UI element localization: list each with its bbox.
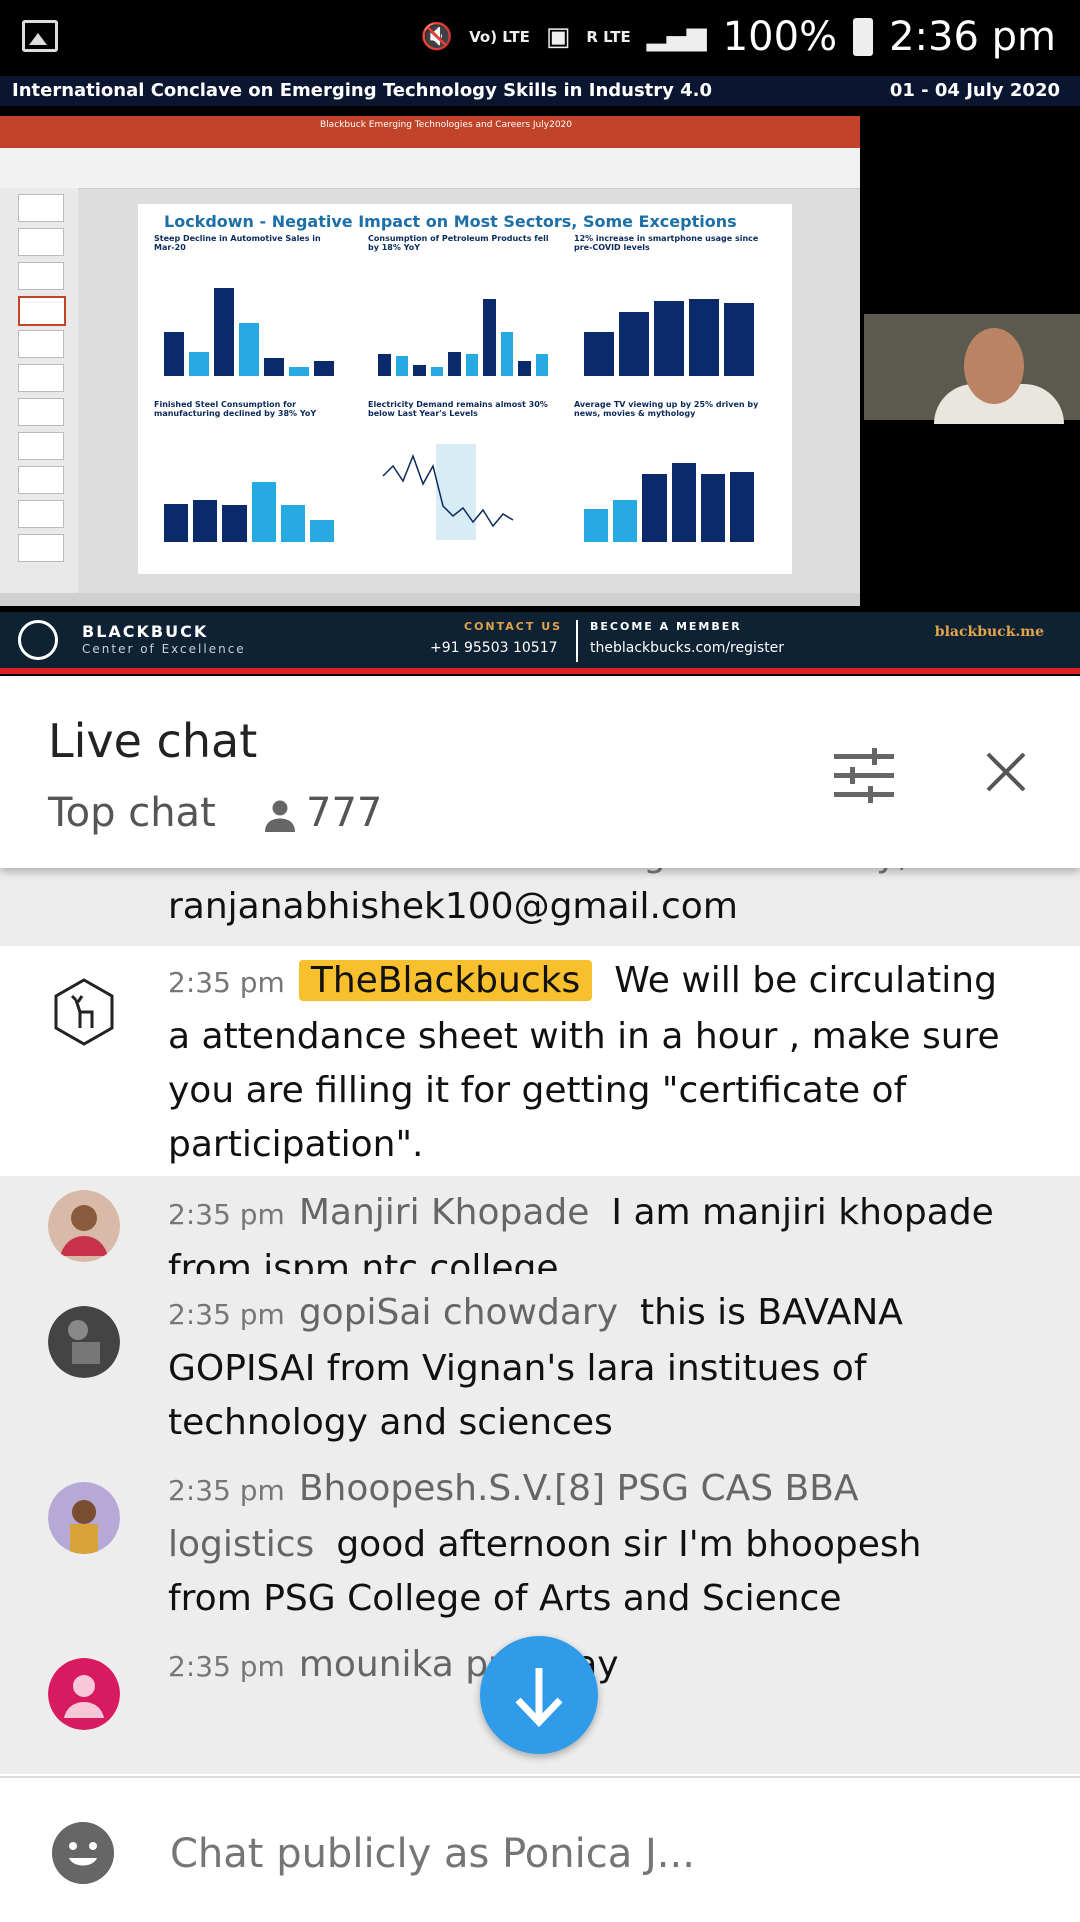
conference-dates: 01 - 04 July 2020 [889,80,1060,101]
slide-thumb [18,466,64,494]
message-time: 2:35 pm [168,966,285,999]
user-avatar[interactable] [48,1658,120,1730]
chart-panel: Electricity Demand remains almost 30% be… [368,400,558,550]
slide-thumb [18,500,64,528]
speaker-webcam [864,314,1080,424]
viewer-count: 777 [306,790,383,836]
gallery-icon [22,20,58,52]
ppt-titlebar: Blackbuck Emerging Technologies and Care… [0,116,860,148]
sponsor-banner: BLACKBUCK Center of Excellence CONTACT U… [0,612,1080,668]
user-avatar[interactable] [48,1190,120,1262]
lte-indicator: R LTE [586,28,631,46]
slide-thumb [18,330,64,358]
close-icon[interactable] [984,750,1028,794]
live-chat-title: Live chat [48,714,258,768]
data-saver-icon: ▣ [545,22,571,52]
slide-thumb [18,398,64,426]
message-author[interactable]: Manjiri Khopade [299,1192,590,1233]
ppt-file-title: Blackbuck Emerging Technologies and Care… [320,120,572,130]
slide-thumb [18,262,64,290]
chart-panel: Consumption of Petroleum Products fell b… [368,234,558,384]
chat-message: 2:35 pm Bhoopesh.S.V.[8] PSG CAS BBA logi… [0,1450,1080,1624]
user-avatar[interactable] [48,1482,120,1554]
message-time: 2:35 pm [168,1650,285,1683]
video-player[interactable]: International Conclave on Emerging Techn… [0,76,1080,676]
mute-icon: 🔇 [420,22,454,52]
chart-panel: Finished Steel Consumption for manufactu… [154,400,344,550]
chat-message: Institute of Business Management Policy,… [0,868,1080,946]
owner-badge[interactable]: TheBlackbucks [298,960,593,1001]
chat-input[interactable] [168,1818,972,1890]
signal-icon: ▂▄▆ [646,22,707,52]
tune-icon[interactable] [834,748,894,804]
message-time: 2:35 pm [168,1474,285,1507]
slide-heading: Lockdown - Negative Impact on Most Secto… [164,212,737,231]
chart-panel: 12% increase in smartphone usage since p… [574,234,764,384]
battery-icon [853,18,874,56]
emoji-icon[interactable] [52,1822,114,1884]
conference-title: International Conclave on Emerging Techn… [12,80,713,101]
conference-banner: International Conclave on Emerging Techn… [0,76,1080,106]
chat-input-bar [0,1776,1080,1922]
powerpoint-window: Blackbuck Emerging Technologies and Care… [0,116,860,606]
slide-thumb [18,228,64,256]
clock: 2:36 pm [889,14,1056,60]
status-bar: 🔇 Vo) LTE ▣ R LTE ▂▄▆ 100% 2:36 pm [0,0,1080,76]
progress-bar[interactable] [0,668,1080,674]
slide-thumb [18,432,64,460]
top-chat-selector[interactable]: Top chat [48,790,216,836]
slide-thumb [18,364,64,392]
ppt-statusbar [0,593,860,606]
chart-panel: Steep Decline in Automotive Sales in Mar… [154,234,344,384]
line-chart [382,444,514,540]
chat-message: 2:35 pm TheBlackbucks We will be circulati… [0,946,1080,1176]
slide: Lockdown - Negative Impact on Most Secto… [138,204,792,574]
scroll-to-bottom-button[interactable] [480,1636,598,1754]
message-time: 2:35 pm [168,1198,285,1231]
message-author[interactable]: mounika pu [299,1644,511,1685]
blackbuck-logo-icon [18,620,58,660]
chart-panel: Average TV viewing up by 25% driven by n… [574,400,764,550]
user-avatar[interactable] [48,1306,120,1378]
message-text: ranjanabhishek100@gmail.com [168,886,738,927]
volte-indicator: Vo) LTE [469,28,530,46]
person-icon [265,800,295,832]
battery-percent: 100% [722,14,838,60]
message-author[interactable]: gopiSai chowdary [299,1292,618,1333]
slide-thumbnails [0,188,78,593]
slide-thumb [18,194,64,222]
ppt-ribbon [0,148,860,189]
chat-message: 2:35 pm Manjiri Khopade I am manjiri khopa… [0,1176,1080,1289]
slide-thumb [18,534,64,562]
live-chat-header: Live chat Top chat 777 [0,678,1080,868]
message-time: 2:35 pm [168,1298,285,1331]
chat-message: 2:35 pm gopiSai chowdary this is BAVANA GO… [0,1274,1080,1450]
blackbucks-avatar-icon[interactable] [48,976,120,1048]
slide-thumb-active [18,296,66,326]
